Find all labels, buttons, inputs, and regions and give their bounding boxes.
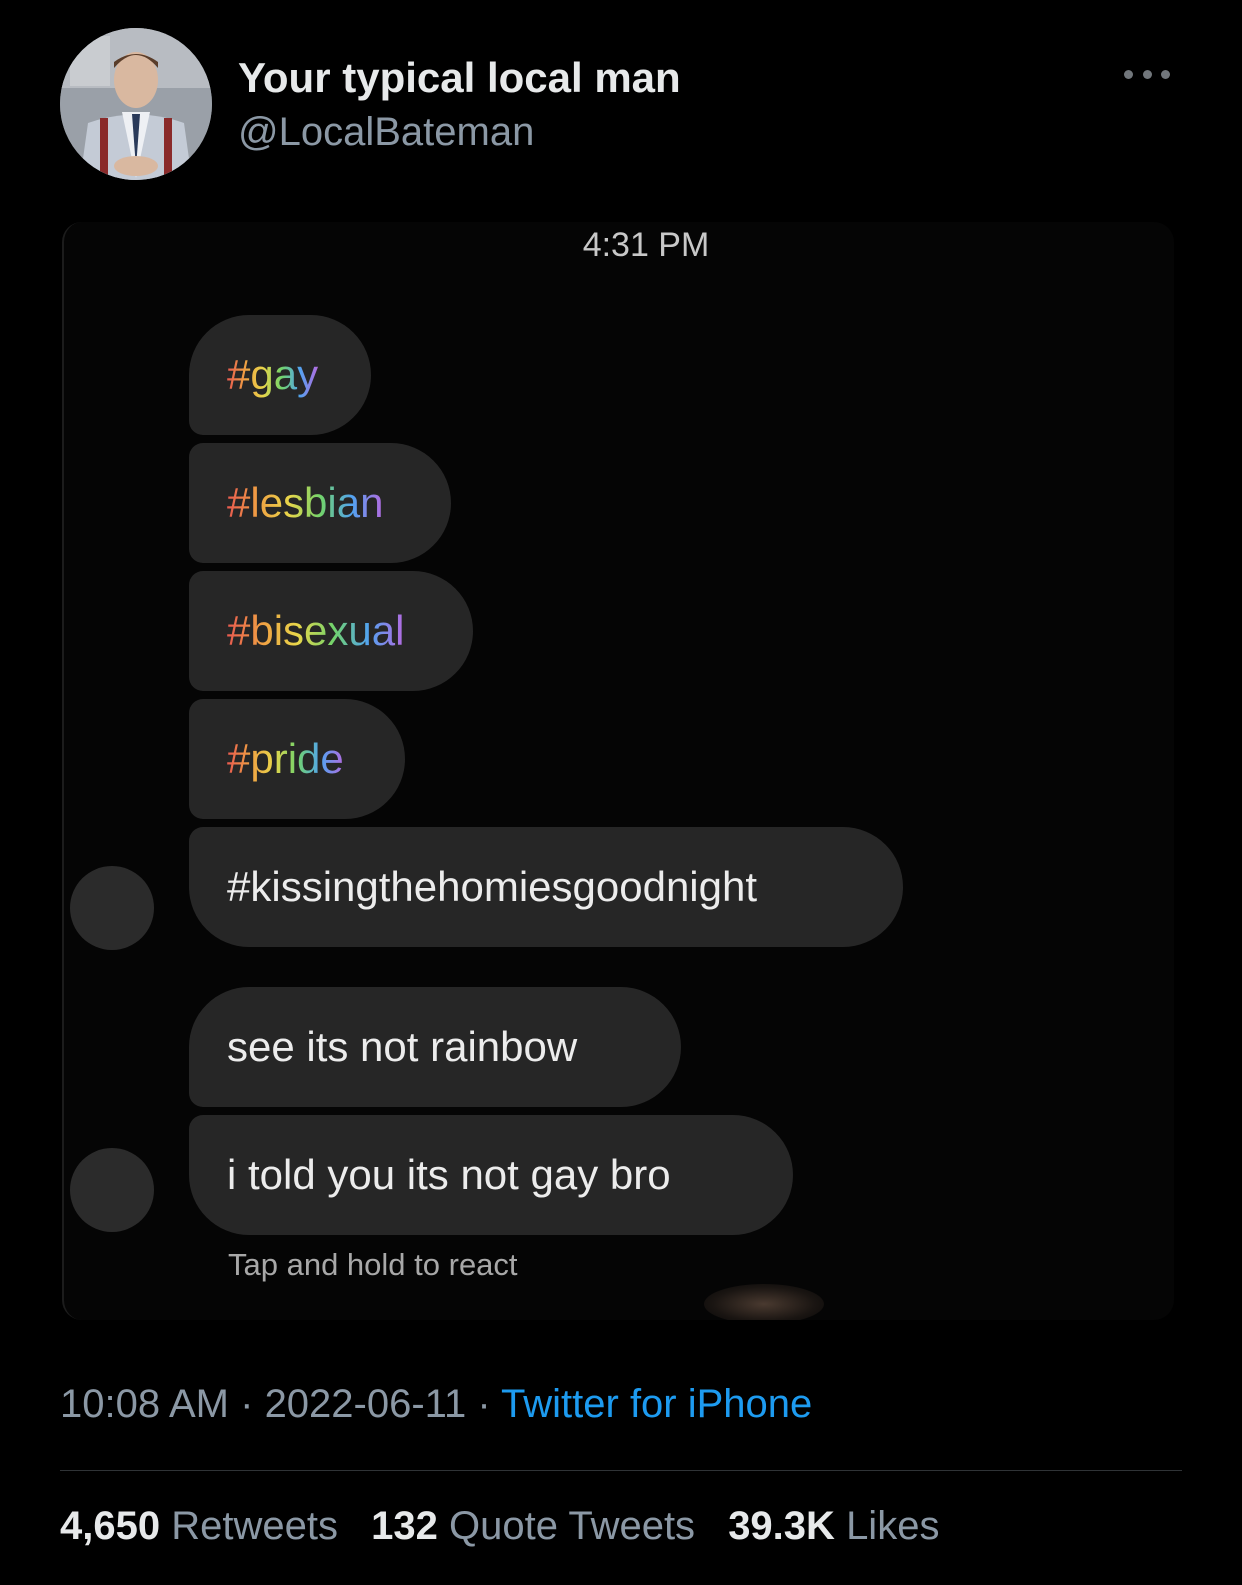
message-bubble: see its not rainbow bbox=[189, 987, 681, 1107]
sender-avatar bbox=[70, 1148, 154, 1232]
react-hint: Tap and hold to react bbox=[228, 1247, 518, 1282]
meta-separator: · bbox=[466, 1382, 502, 1426]
tweet-header: Your typical local man @LocalBateman bbox=[60, 28, 1182, 184]
message-bubble: i told you its not gay bro bbox=[189, 1115, 793, 1235]
likes-label: Likes bbox=[846, 1504, 940, 1548]
message-text: #kissingthehomiesgoodnight bbox=[227, 863, 758, 910]
author-display-name[interactable]: Your typical local man bbox=[238, 54, 681, 102]
tweet-metadata: 10:08 AM · 2022-06-11 · Twitter for iPho… bbox=[60, 1382, 812, 1427]
tweet-stats: 4,650 Retweets 132 Quote Tweets 39.3K Li… bbox=[60, 1504, 961, 1549]
tweet-time[interactable]: 10:08 AM bbox=[60, 1382, 229, 1426]
meta-separator: · bbox=[229, 1382, 265, 1426]
likes-count: 39.3K bbox=[728, 1504, 835, 1548]
blurred-element bbox=[704, 1284, 824, 1320]
tweet-media-screenshot[interactable]: 4:31 PM #gay #lesbian #bisexual #pride #… bbox=[62, 222, 1174, 1320]
dot bbox=[1124, 69, 1133, 79]
chat-timestamp: 4:31 PM bbox=[582, 226, 710, 264]
quote-tweets-count: 132 bbox=[371, 1504, 438, 1548]
retweets-stat[interactable]: 4,650 Retweets bbox=[60, 1504, 338, 1549]
tweet-date[interactable]: 2022-06-11 bbox=[265, 1382, 467, 1426]
message-text: see its not rainbow bbox=[227, 1023, 578, 1070]
message-bubble: #gay bbox=[189, 315, 371, 435]
author-avatar[interactable] bbox=[60, 28, 212, 180]
quote-tweets-label: Quote Tweets bbox=[448, 1504, 696, 1548]
dot bbox=[1161, 69, 1170, 79]
likes-stat[interactable]: 39.3K Likes bbox=[728, 1504, 939, 1549]
message-text: #pride bbox=[227, 735, 344, 782]
divider bbox=[60, 1470, 1182, 1471]
message-bubble: #pride bbox=[189, 699, 405, 819]
message-text: #bisexual bbox=[227, 607, 405, 654]
message-bubble: #lesbian bbox=[189, 443, 451, 563]
message-text: i told you its not gay bro bbox=[227, 1151, 671, 1198]
message-text: #gay bbox=[227, 351, 319, 398]
message-bubble: #bisexual bbox=[189, 571, 473, 691]
author-handle[interactable]: @LocalBateman bbox=[238, 110, 534, 155]
sender-avatar bbox=[70, 866, 154, 950]
quote-tweets-stat[interactable]: 132 Quote Tweets bbox=[371, 1504, 695, 1549]
retweets-count: 4,650 bbox=[60, 1504, 161, 1548]
retweets-label: Retweets bbox=[171, 1504, 338, 1548]
message-text: #lesbian bbox=[227, 479, 384, 526]
tweet-source-link[interactable]: Twitter for iPhone bbox=[501, 1382, 812, 1426]
dot bbox=[1142, 69, 1152, 79]
message-bubble: #kissingthehomiesgoodnight bbox=[189, 827, 903, 947]
more-horizontal-icon[interactable] bbox=[1124, 64, 1170, 84]
